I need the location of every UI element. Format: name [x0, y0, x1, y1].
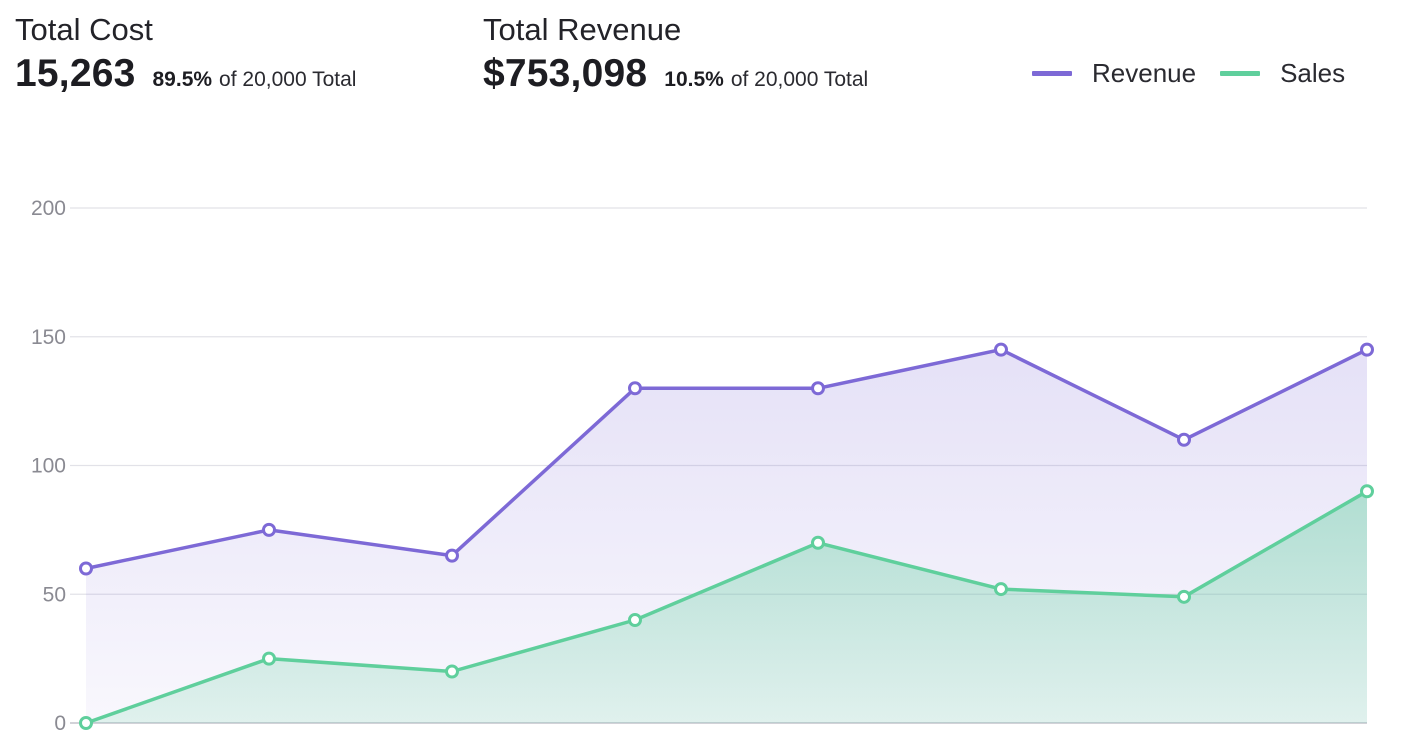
revenue-point-1[interactable]	[79, 561, 93, 576]
y-tick-label: 0	[54, 712, 66, 735]
y-tick-label: 150	[31, 326, 66, 349]
y-tick-label: 200	[31, 197, 66, 220]
y-tick-label: 50	[43, 583, 66, 606]
sales-point-2[interactable]	[262, 651, 276, 666]
sales-point-8[interactable]	[1360, 484, 1374, 499]
area-chart: 0 50 100 150 200	[31, 197, 1374, 735]
sales-point-5[interactable]	[811, 535, 825, 550]
sales-point-3[interactable]	[445, 664, 459, 679]
revenue-point-4[interactable]	[628, 381, 642, 396]
sales-point-4[interactable]	[628, 613, 642, 627]
revenue-point-6[interactable]	[994, 342, 1008, 357]
revenue-point-7[interactable]	[1177, 432, 1191, 447]
revenue-point-8[interactable]	[1360, 342, 1374, 357]
y-tick-label: 100	[31, 455, 66, 478]
revenue-point-2[interactable]	[262, 522, 276, 537]
sales-point-1[interactable]	[79, 716, 93, 730]
area-layer	[86, 349, 1367, 723]
sales-point-7[interactable]	[1177, 589, 1191, 604]
revenue-point-5[interactable]	[811, 381, 825, 396]
sales-point-6[interactable]	[994, 582, 1008, 597]
revenue-point-3[interactable]	[445, 548, 459, 563]
